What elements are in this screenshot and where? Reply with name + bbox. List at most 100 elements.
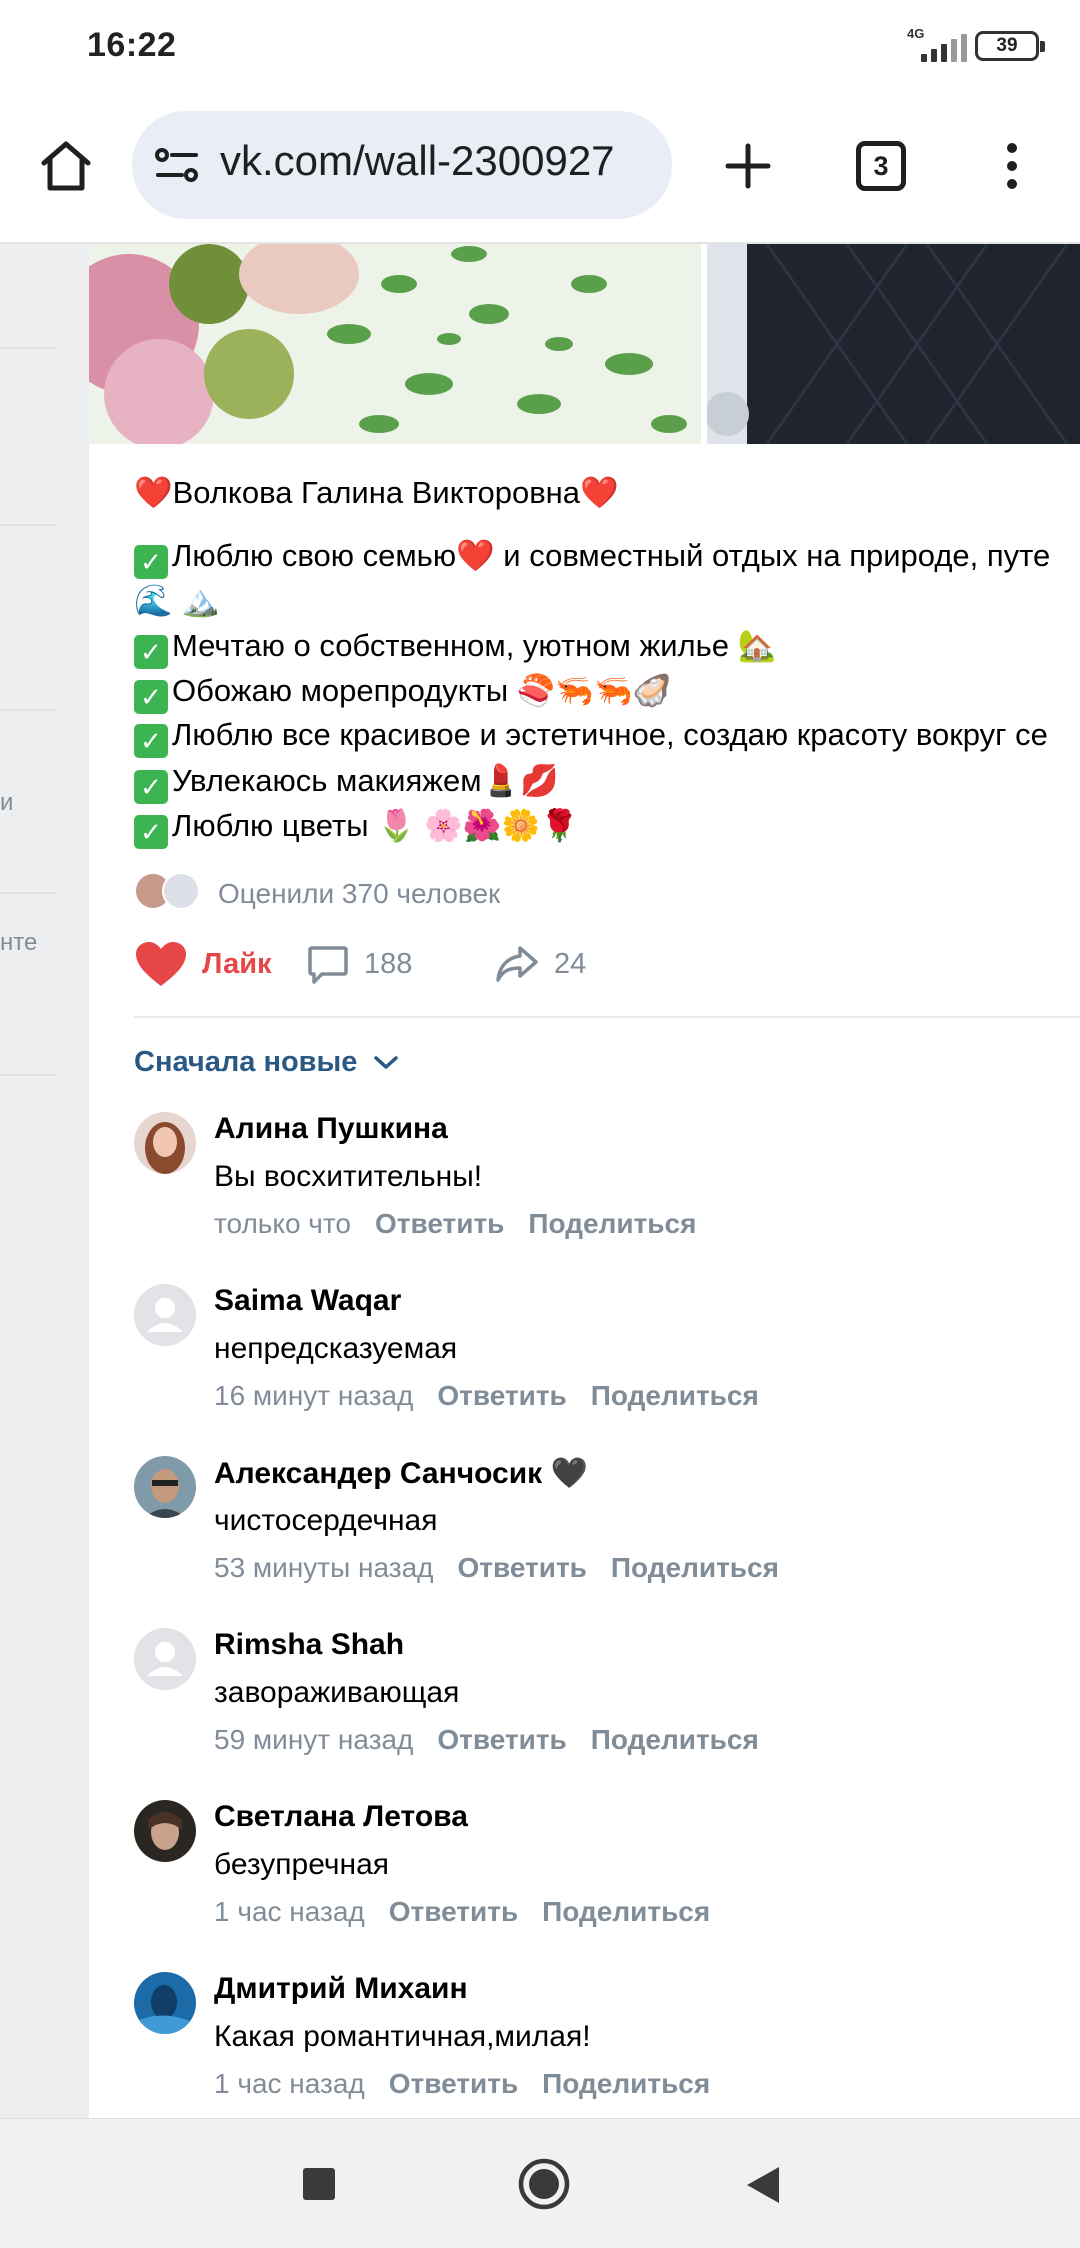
home-icon: [41, 141, 91, 191]
comment-author[interactable]: Александер Санчосик 🖤: [214, 1456, 588, 1491]
comment-text: чистосердечная: [214, 1504, 438, 1537]
share-comment-button[interactable]: Поделиться: [542, 1896, 710, 1927]
share-comment-button[interactable]: Поделиться: [611, 1552, 779, 1583]
url-bar[interactable]: vk.com/wall-2300927: [132, 111, 672, 219]
avatar[interactable]: [134, 1972, 196, 2034]
divider: [134, 1016, 1080, 1018]
avatar[interactable]: [134, 1628, 196, 1690]
check-icon: ✓: [134, 815, 168, 849]
post-line: ✓ Обожаю морепродукты 🍣🦐🦐🦪: [134, 672, 671, 714]
avatar[interactable]: [134, 1456, 196, 1518]
comment-time[interactable]: 16 минут назад: [214, 1380, 413, 1411]
heart-badge-icon: 🖤: [550, 1457, 588, 1490]
check-icon: ✓: [134, 724, 168, 758]
chevron-down-icon: [374, 1055, 399, 1069]
post-line: ✓ Люблю свою семью❤️ и совместный отдых н…: [134, 537, 1050, 579]
reply-button[interactable]: Ответить: [375, 1208, 504, 1239]
back-button[interactable]: [745, 2165, 781, 2205]
post-line: ✓ Люблю все красивое и эстетичное, создаю…: [134, 717, 1048, 758]
url-text[interactable]: vk.com/wall-2300927: [220, 137, 615, 185]
comments-sort-dropdown[interactable]: Сначала новые: [134, 1046, 399, 1079]
like-label: Лайк: [202, 947, 272, 980]
comment-meta: 59 минут назад Ответить Поделиться: [214, 1724, 759, 1756]
comment-text: Вы восхитительны!: [214, 1160, 483, 1193]
sidebar-fragment: и: [0, 789, 14, 816]
reply-button[interactable]: Ответить: [437, 1724, 566, 1755]
share-comment-button[interactable]: Поделиться: [542, 2068, 710, 2099]
avatar[interactable]: [134, 1800, 196, 1862]
comment-meta: 1 час назад Ответить Поделиться: [214, 1896, 710, 1928]
comment-meta: только что Ответить Поделиться: [214, 1208, 696, 1240]
home-button[interactable]: [36, 136, 96, 196]
comment-item: Светлана Летова безупречная 1 час назад О…: [134, 1800, 1034, 1950]
reply-button[interactable]: Ответить: [389, 1896, 518, 1927]
status-bar: 16:22 4G 39: [0, 0, 1080, 96]
comment-time[interactable]: 1 час назад: [214, 2068, 365, 2099]
check-icon: ✓: [134, 680, 168, 714]
avatar[interactable]: [134, 1112, 196, 1174]
comment-item: Saima Waqar непредсказуемая 16 минут наз…: [134, 1284, 1034, 1434]
recents-button[interactable]: [302, 2167, 336, 2201]
comment-meta: 53 минуты назад Ответить Поделиться: [214, 1552, 779, 1584]
home-nav-button[interactable]: [517, 2157, 571, 2211]
avatar: [162, 872, 200, 910]
comment-author[interactable]: Дмитрий Михаин: [214, 1972, 468, 2006]
plus-icon: [725, 143, 771, 189]
sort-label: Сначала новые: [134, 1046, 358, 1078]
sidebar-fragment[interactable]: нте: [0, 929, 37, 957]
browser-menu-button[interactable]: [997, 136, 1027, 196]
post-actions: Лайк 188 24: [134, 934, 1034, 994]
post-card: ❤️Волкова Галина Викторовна❤️ ✓ Люблю сво…: [89, 244, 1080, 2118]
photo-dark-jacket: [707, 244, 1080, 444]
comment-item: Дмитрий Михаин Какая романтичная,милая! …: [134, 1972, 1034, 2118]
web-page: и нте ❤️Волкова Галина Викторовна❤️ ✓ Лю…: [0, 244, 1080, 2118]
comment-author[interactable]: Rimsha Shah: [214, 1628, 404, 1662]
site-settings-icon[interactable]: [154, 145, 200, 185]
comment-text: безупречная: [214, 1848, 390, 1881]
comment-time[interactable]: только что: [214, 1208, 351, 1239]
share-icon: [496, 946, 538, 982]
comment-icon: [308, 946, 348, 984]
comment-item: Rimsha Shah завораживающая 59 минут наза…: [134, 1628, 1034, 1778]
post-line: 🌊 🏔️: [134, 583, 220, 618]
heart-icon: [136, 942, 186, 986]
browser-toolbar: vk.com/wall-2300927 3: [0, 96, 1080, 244]
avatar[interactable]: [134, 1284, 196, 1346]
likes-summary[interactable]: Оценили 370 человек: [218, 878, 500, 910]
comment-time[interactable]: 1 час назад: [214, 1896, 365, 1927]
share-comment-button[interactable]: Поделиться: [528, 1208, 696, 1239]
post-photo[interactable]: [707, 244, 1080, 444]
more-vert-icon: [1007, 143, 1017, 189]
new-tab-button[interactable]: [718, 136, 778, 196]
reply-button[interactable]: Ответить: [437, 1380, 566, 1411]
reply-button[interactable]: Ответить: [389, 2068, 518, 2099]
comment-author[interactable]: Saima Waqar: [214, 1284, 401, 1318]
check-icon: ✓: [134, 770, 168, 804]
comment-item: Алина Пушкина Вы восхитительны! только ч…: [134, 1112, 1034, 1262]
shares-count: 24: [554, 947, 587, 980]
battery-icon: 39: [975, 31, 1045, 61]
comment-text: завораживающая: [214, 1676, 460, 1709]
post-photo[interactable]: [89, 244, 701, 444]
comment-author[interactable]: Алина Пушкина: [214, 1112, 448, 1146]
post-line: ✓ Мечтаю о собственном, уютном жилье 🏡: [134, 627, 776, 669]
like-button[interactable]: Лайк: [134, 934, 272, 994]
post-line: ✓ Люблю цветы 🌷 🌸🌺🌼🌹: [134, 807, 579, 849]
status-time: 16:22: [87, 26, 177, 64]
reply-button[interactable]: Ответить: [457, 1552, 586, 1583]
share-button[interactable]: 24: [494, 934, 586, 994]
comment-meta: 16 минут назад Ответить Поделиться: [214, 1380, 759, 1412]
comment-meta: 1 час назад Ответить Поделиться: [214, 2068, 710, 2100]
share-comment-button[interactable]: Поделиться: [591, 1724, 759, 1755]
share-comment-button[interactable]: Поделиться: [591, 1380, 759, 1411]
left-sidebar-partial: и нте: [0, 244, 89, 2118]
comments-button[interactable]: 188: [306, 934, 412, 994]
comment-time[interactable]: 53 минуты назад: [214, 1552, 433, 1583]
comment-item: Александер Санчосик 🖤 чистосердечная 53 …: [134, 1456, 1034, 1606]
photo-floral-dress: [89, 244, 701, 444]
comment-time[interactable]: 59 минут назад: [214, 1724, 413, 1755]
tab-switcher-button[interactable]: 3: [856, 141, 906, 191]
comments-count: 188: [364, 947, 413, 980]
comment-author[interactable]: Светлана Летова: [214, 1800, 468, 1834]
post-line: ✓ Увлекаюсь макияжем💄💋: [134, 762, 559, 804]
